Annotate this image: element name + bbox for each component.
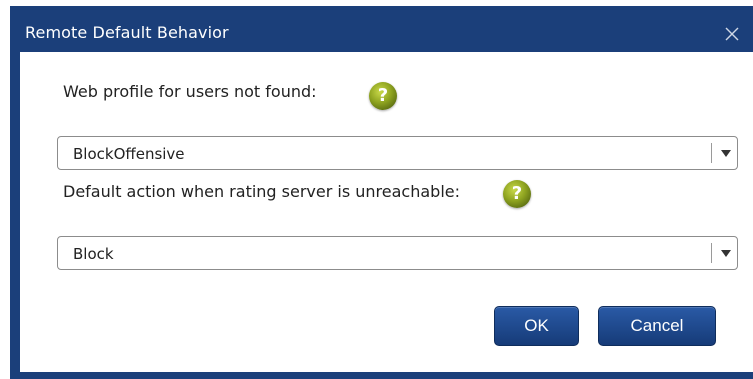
dialog-titlebar: Remote Default Behavior — [10, 6, 753, 58]
select-divider — [711, 243, 712, 263]
web-profile-label: Web profile for users not found: — [63, 82, 317, 101]
dialog-body: Web profile for users not found: ? Block… — [20, 52, 753, 372]
close-icon[interactable] — [724, 26, 740, 42]
cancel-button[interactable]: Cancel — [598, 306, 716, 346]
default-action-select[interactable]: Block — [57, 236, 738, 270]
default-action-select-value: Block — [73, 245, 114, 263]
help-icon[interactable]: ? — [369, 82, 397, 110]
web-profile-select[interactable]: BlockOffensive — [57, 136, 738, 170]
chevron-down-icon[interactable] — [721, 250, 731, 257]
select-divider — [711, 143, 712, 163]
default-action-label: Default action when rating server is unr… — [63, 182, 460, 201]
remote-default-behavior-dialog: Remote Default Behavior Web profile for … — [10, 6, 753, 379]
ok-button[interactable]: OK — [494, 306, 579, 346]
chevron-down-icon[interactable] — [721, 150, 731, 157]
help-icon[interactable]: ? — [503, 180, 531, 208]
web-profile-select-value: BlockOffensive — [73, 145, 185, 163]
dialog-title: Remote Default Behavior — [25, 23, 229, 42]
